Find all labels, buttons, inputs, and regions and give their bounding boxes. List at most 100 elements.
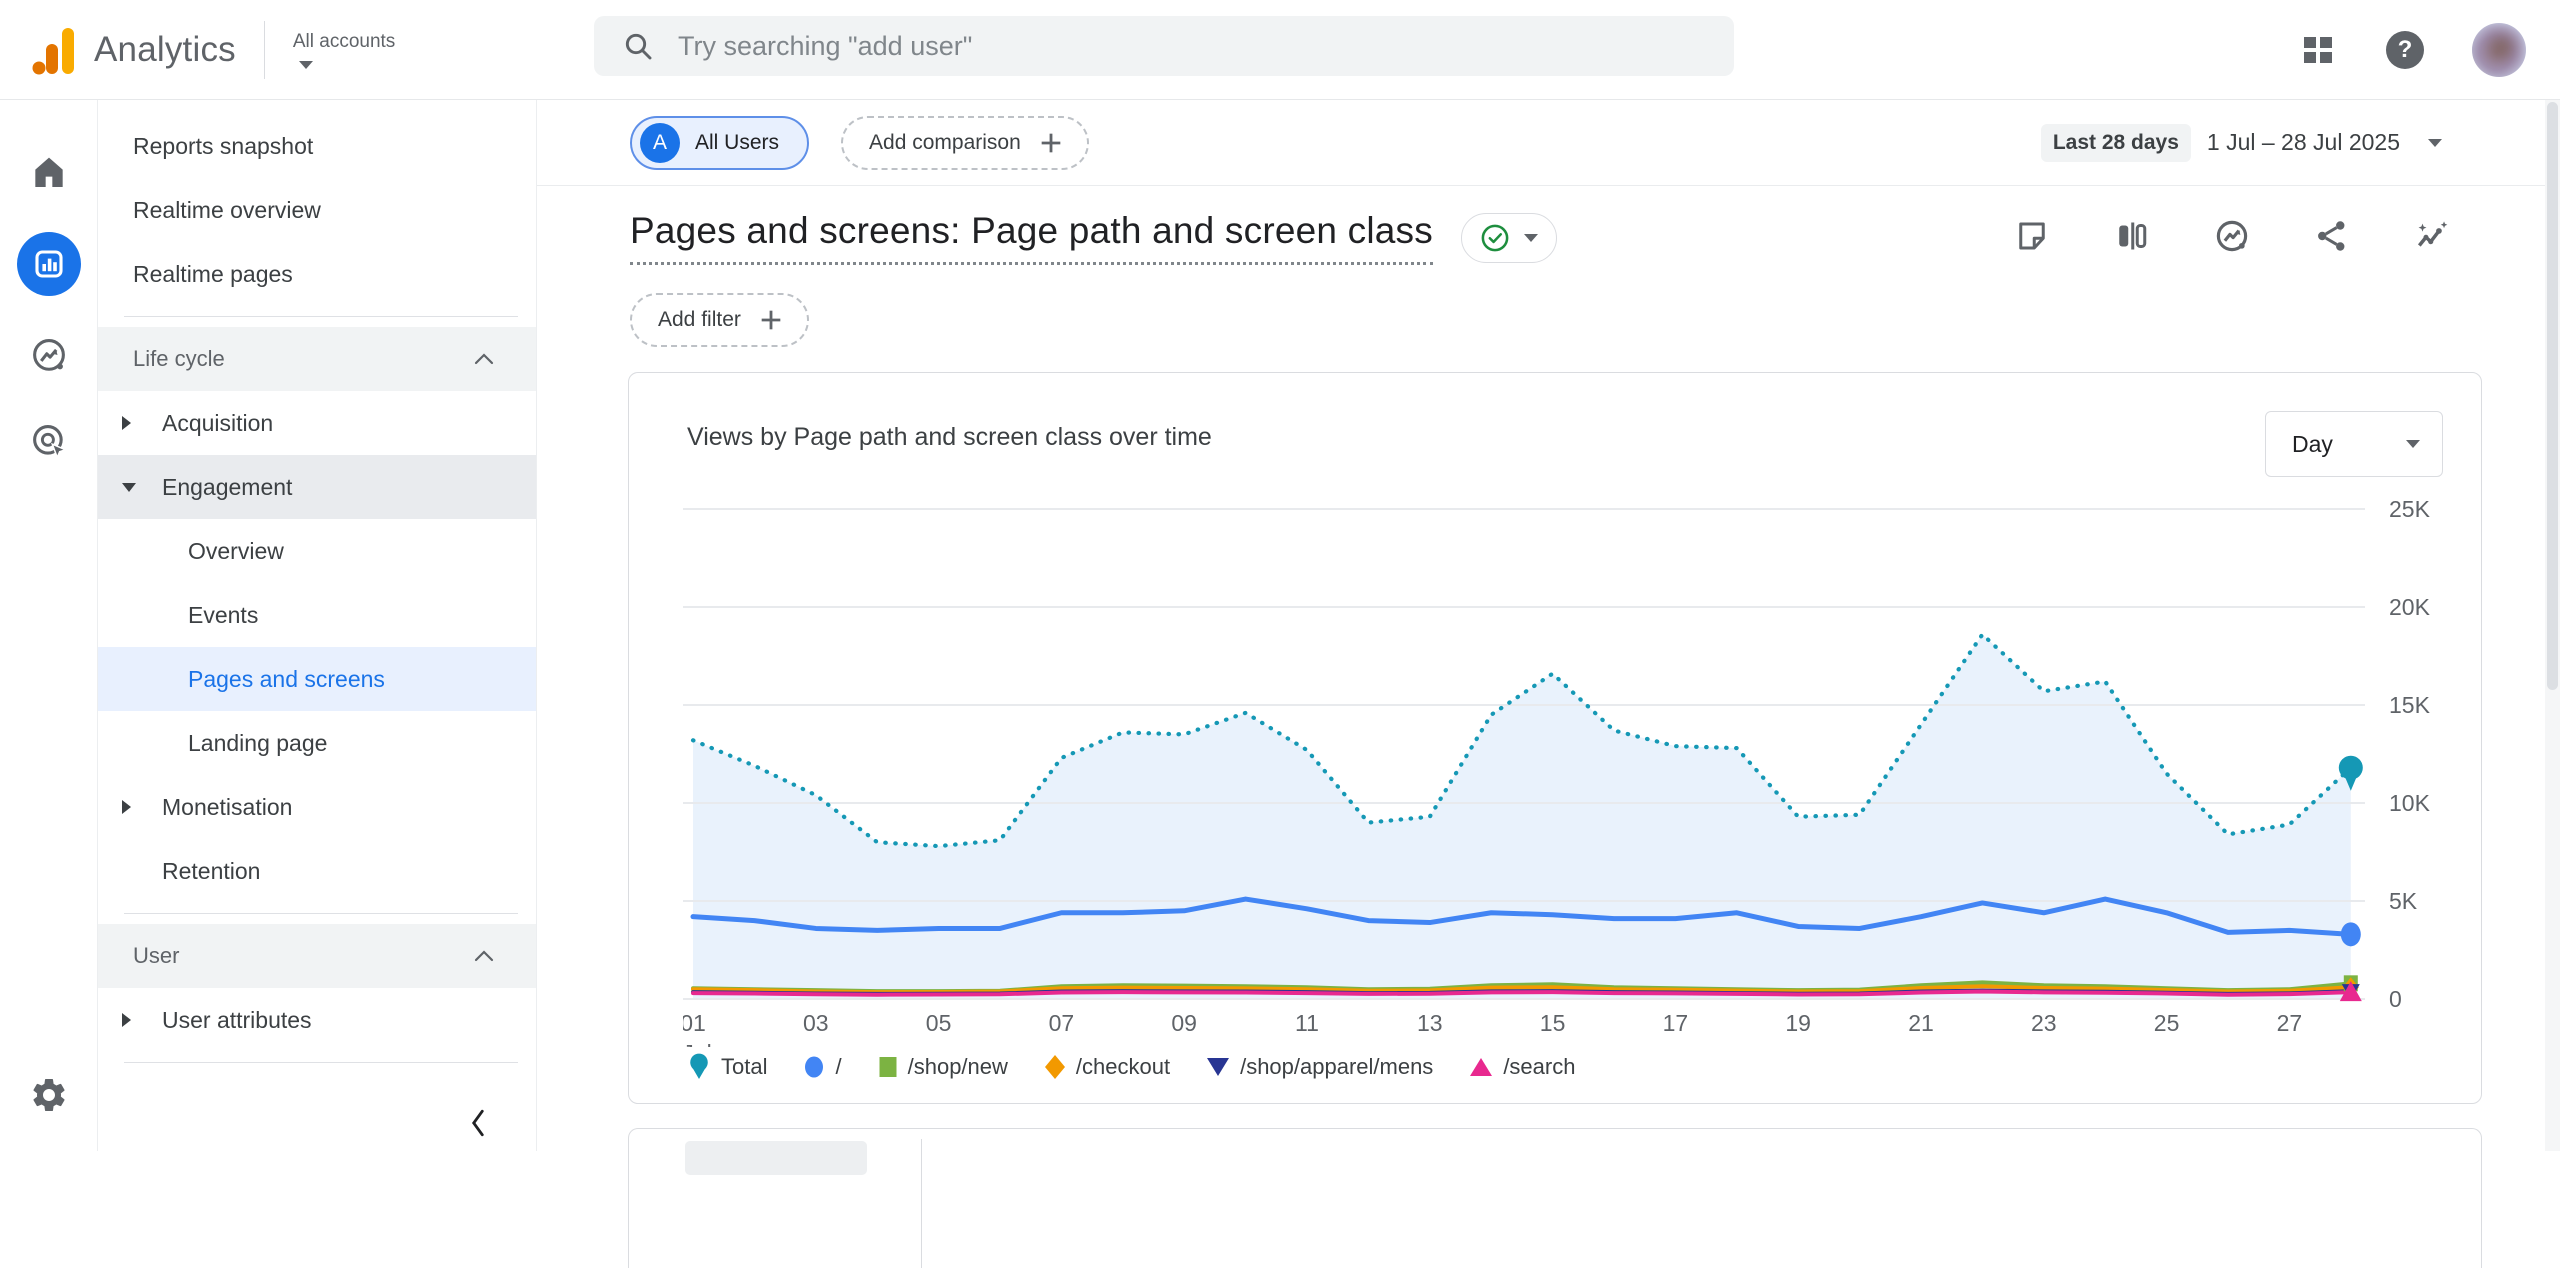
x-axis-label-23: 23 (2031, 1010, 2057, 1036)
sidebar-item-realtime-pages[interactable]: Realtime pages (98, 242, 536, 306)
date-range-picker[interactable]: Last 28 days 1 Jul – 28 Jul 2025 (2041, 124, 2442, 162)
scrollbar-thumb[interactable] (2547, 102, 2558, 690)
x-axis-label-19: 19 (1785, 1010, 1811, 1036)
sidebar-item-acquisition[interactable]: Acquisition (98, 391, 536, 455)
x-axis-label-13: 13 (1417, 1010, 1443, 1036)
sidebar-item-user-attributes[interactable]: User attributes (98, 988, 536, 1052)
table-filter-chip[interactable] (685, 1141, 867, 1175)
legend-item-series-1[interactable]: / (803, 1054, 841, 1080)
x-axis-label-15: 15 (1540, 1010, 1566, 1036)
share-button[interactable] (2312, 216, 2352, 256)
sidebar-item-events[interactable]: Events (98, 583, 536, 647)
brand-title: Analytics (94, 30, 236, 70)
rail-explore-button[interactable] (17, 324, 81, 388)
sidebar-collapse-button[interactable] (460, 1105, 496, 1141)
report-status-badge[interactable] (1461, 213, 1557, 263)
sidebar-section-header-life-cycle[interactable]: Life cycle (98, 327, 536, 391)
sidebar-item-label: Engagement (162, 474, 292, 501)
legend-label: /checkout (1076, 1054, 1170, 1080)
plus-icon (1037, 129, 1065, 157)
granularity-value: Day (2292, 431, 2333, 458)
apps-grid-icon[interactable] (2298, 30, 2338, 70)
sidebar-item-overview[interactable]: Overview (98, 519, 536, 583)
analytics-logo-icon[interactable] (28, 24, 80, 76)
sidebar-item-retention[interactable]: Retention (98, 839, 536, 903)
granularity-select[interactable]: Day (2265, 411, 2443, 477)
legend-item-series-5[interactable]: /search (1469, 1054, 1575, 1080)
endpoint-marker-series-1 (2341, 922, 2361, 946)
chart-title: Views by Page path and screen class over… (687, 423, 1212, 452)
legend-item-series-3[interactable]: /checkout (1044, 1054, 1170, 1080)
rail-advertising-button[interactable] (17, 410, 81, 474)
sidebar-item-monetisation[interactable]: Monetisation (98, 775, 536, 839)
chevron-collapsed-icon (122, 416, 162, 430)
views-over-time-card: Views by Page path and screen class over… (628, 372, 2482, 1104)
plus-icon (757, 306, 785, 334)
legend-marker-diamond-icon (1044, 1054, 1066, 1080)
app-bar: Analytics All accounts Try searching "ad… (0, 0, 2560, 100)
y-axis-label-10K: 10K (2389, 790, 2431, 816)
x-axis-label-25: 25 (2154, 1010, 2180, 1036)
sidebar-item-reports-snapshot[interactable]: Reports snapshot (98, 114, 536, 178)
account-switcher[interactable]: All accounts (293, 31, 395, 69)
add-comparison-button[interactable]: Add comparison (841, 116, 1089, 170)
x-axis-label-21: 21 (1908, 1010, 1934, 1036)
chevron-up-icon (474, 353, 494, 365)
legend-marker-triangle-up-icon (1469, 1056, 1493, 1078)
sidebar-item-realtime-overview[interactable]: Realtime overview (98, 178, 536, 242)
chevron-collapsed-icon (122, 800, 162, 814)
chevron-down-icon (2428, 139, 2442, 147)
sidebar-divider (124, 316, 518, 317)
sidebar-item-label: Acquisition (162, 410, 273, 437)
x-axis-label-27: 27 (2277, 1010, 2303, 1036)
legend-item-series-4[interactable]: /shop/apparel/mens (1206, 1054, 1433, 1080)
rail-settings-button[interactable] (17, 1063, 81, 1127)
add-filter-button[interactable]: Add filter (630, 293, 809, 347)
sidebar-item-landing-page[interactable]: Landing page (98, 711, 536, 775)
chevron-down-icon (2406, 440, 2420, 448)
notes-button[interactable] (2012, 216, 2052, 256)
insights-button[interactable] (2412, 216, 2452, 256)
legend-label: Total (721, 1054, 767, 1080)
search-icon (622, 30, 654, 62)
avatar[interactable] (2472, 23, 2526, 77)
y-axis-label-25K: 25K (2389, 496, 2431, 522)
insights-icon (2413, 217, 2451, 255)
advertising-icon (28, 421, 70, 463)
help-icon[interactable]: ? (2386, 31, 2424, 69)
x-axis-label-09: 09 (1171, 1010, 1197, 1036)
sidebar-item-label: Realtime pages (133, 261, 293, 288)
x-axis-label-01: 01 (683, 1010, 706, 1036)
y-axis-label-20K: 20K (2389, 594, 2431, 620)
legend-marker-circle-icon (803, 1055, 825, 1079)
legend-item-series-2[interactable]: /shop/new (878, 1054, 1008, 1080)
views-line-chart: 05K10K15K20K25K0103050709111315171921232… (683, 483, 2481, 1052)
header-divider (264, 21, 265, 79)
sidebar-item-label: Monetisation (162, 794, 292, 821)
y-axis-label-5K: 5K (2389, 888, 2418, 914)
sidebar-nav: Reports snapshotRealtime overview Realtim… (98, 100, 537, 1151)
scrollbar-track[interactable] (2545, 100, 2560, 1151)
chart-legend: Total / /shop/new/checkout/shop/apparel/me… (687, 1052, 2481, 1082)
sidebar-divider (124, 1062, 518, 1063)
sidebar-item-pages-and-screens[interactable]: Pages and screens (98, 647, 536, 711)
rail-home-button[interactable] (17, 140, 81, 204)
sidebar-item-engagement[interactable]: Engagement (98, 455, 536, 519)
legend-item-total[interactable]: Total (687, 1052, 767, 1082)
y-axis-label-0: 0 (2389, 986, 2402, 1012)
sidebar-section-label: User (133, 943, 179, 969)
sidebar-item-label: Pages and screens (188, 666, 385, 693)
all-users-chip[interactable]: A All Users (630, 116, 809, 170)
search-input[interactable]: Try searching "add user" (594, 16, 1734, 76)
sidebar-section-header-user[interactable]: User (98, 924, 536, 988)
x-axis-label-11: 11 (1295, 1010, 1319, 1036)
chevron-down-icon (299, 61, 313, 69)
views-chart-svg: 05K10K15K20K25K0103050709111315171921232… (683, 483, 2443, 1047)
comparison-panel-button[interactable] (2112, 216, 2152, 256)
x-axis-label-05: 05 (926, 1010, 952, 1036)
rail-reports-button[interactable] (17, 232, 81, 296)
explore-report-button[interactable] (2212, 216, 2252, 256)
sidebar-section-label: Life cycle (133, 346, 225, 372)
page-title[interactable]: Pages and screens: Page path and screen … (630, 210, 1433, 265)
legend-label: / (835, 1054, 841, 1080)
